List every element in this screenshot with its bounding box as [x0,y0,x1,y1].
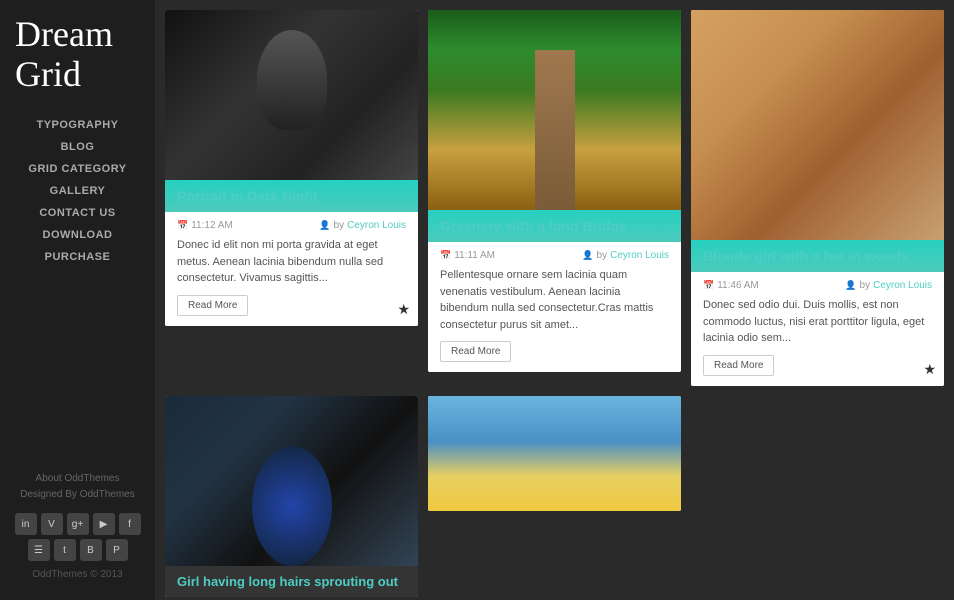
vimeo-icon[interactable]: V [41,513,63,535]
by-label: by [334,220,345,231]
card-blonde-read-more[interactable]: Read More [703,355,774,376]
card-portrait-time-value: 11:12 AM [191,220,233,231]
sidebar-footer: About OddThemes Designed By OddThemes in… [0,461,155,590]
card-bridge-text: Pellentesque ornare sem lacinia quam ven… [440,267,669,333]
card-portrait-body: 📅 11:12 AM 👤 by Ceyron Louis Donec id el… [165,212,418,326]
sidebar-item-grid-category[interactable]: GRID CATEGORY [0,158,155,180]
card-portrait-star: ★ [397,301,410,318]
blogger-icon[interactable]: B [80,539,102,561]
user-icon: 👤 [319,220,330,231]
card-portrait-header: Portrait in Dark Night [165,180,418,212]
card-blonde-star: ★ [923,361,936,378]
card-beach [428,396,681,511]
youtube-icon[interactable]: ▶ [93,513,115,535]
by-label2: by [597,250,608,261]
sidebar-item-purchase[interactable]: PURCHASE [0,246,155,268]
card-bridge-time-value: 11:11 AM [454,250,495,261]
card-bridge-header: Greenery with a long Bridge [428,210,681,242]
about-label: About OddThemes [36,473,120,484]
card-bridge-meta: 📅 11:11 AM 👤 by Ceyron Louis [440,250,669,261]
card-blonde-header: Blonde girl with a hat in woods [691,240,944,272]
card-blonde-time: 📅 11:46 AM [703,280,759,291]
card-blonde-title: Blonde girl with a hat in woods [703,248,932,264]
card-bridge-author: 👤 by Ceyron Louis [582,250,669,261]
rss-icon[interactable]: ☰ [28,539,50,561]
card-blonde-text: Donec sed odio dui. Duis mollis, est non… [703,297,932,347]
card-bridge: Greenery with a long Bridge 📅 11:11 AM 👤… [428,10,681,372]
card-blonde-body: 📅 11:46 AM 👤 by Ceyron Louis Donec sed o… [691,272,944,386]
card-blonde-meta: 📅 11:46 AM 👤 by Ceyron Louis [703,280,932,291]
card-hair: Girl having long hairs sprouting out [165,396,418,597]
card-portrait-time: 📅 11:12 AM [177,220,233,231]
facebook-icon[interactable]: f [119,513,141,535]
card-bridge-read-more[interactable]: Read More [440,341,511,362]
user-icon2: 👤 [582,250,593,261]
card-blonde-author-link[interactable]: Ceyron Louis [873,280,932,291]
card-grid: Portrait in Dark Night 📅 11:12 AM 👤 by C… [165,10,944,597]
card-blonde-time-value: 11:46 AM [717,280,759,291]
card-portrait-author-link[interactable]: Ceyron Louis [347,220,406,231]
logo-line2: Grid [15,54,81,94]
main-content: Portrait in Dark Night 📅 11:12 AM 👤 by C… [155,0,954,600]
pinterest-icon[interactable]: P [106,539,128,561]
card-portrait-image [165,10,418,180]
about-text: About OddThemes Designed By OddThemes [0,471,155,503]
card-bridge-author-link[interactable]: Ceyron Louis [610,250,669,261]
card-portrait-meta: 📅 11:12 AM 👤 by Ceyron Louis [177,220,406,231]
copyright: OddThemes © 2013 [0,569,155,580]
card-hair-title: Girl having long hairs sprouting out [177,574,406,589]
card-portrait: Portrait in Dark Night 📅 11:12 AM 👤 by C… [165,10,418,326]
card-bridge-time: 📅 11:11 AM [440,250,495,261]
social-icons-container: in V g+ ▶ f ☰ t B P [10,513,145,561]
user-icon3: 👤 [845,280,856,291]
logo-line1: Dream [15,14,113,54]
sidebar: Dream Grid TYPOGRAPHYBLOGGRID CATEGORYGA… [0,0,155,600]
card-hair-image [165,396,418,566]
sidebar-item-blog[interactable]: BLOG [0,136,155,158]
tumblr-icon[interactable]: t [54,539,76,561]
sidebar-item-gallery[interactable]: GALLERY [0,180,155,202]
by-label3: by [860,280,871,291]
card-portrait-read-more[interactable]: Read More [177,295,248,316]
sidebar-item-download[interactable]: DOWNLOAD [0,224,155,246]
card-bridge-image [428,10,681,210]
calendar-icon3: 📅 [703,280,714,291]
sidebar-nav: TYPOGRAPHYBLOGGRID CATEGORYGALLERYCONTAC… [0,114,155,268]
card-hair-header: Girl having long hairs sprouting out [165,566,418,597]
card-bridge-title: Greenery with a long Bridge [440,218,669,234]
card-blonde: Blonde girl with a hat in woods 📅 11:46 … [691,10,944,386]
card-beach-image [428,396,681,511]
site-logo[interactable]: Dream Grid [0,15,155,114]
calendar-icon2: 📅 [440,250,451,261]
card-bridge-body: 📅 11:11 AM 👤 by Ceyron Louis Pellentesqu… [428,242,681,372]
sidebar-item-typography[interactable]: TYPOGRAPHY [0,114,155,136]
card-blonde-author: 👤 by Ceyron Louis [845,280,932,291]
sidebar-item-contact-us[interactable]: CONTACT US [0,202,155,224]
card-portrait-title: Portrait in Dark Night [177,188,406,204]
calendar-icon: 📅 [177,220,188,231]
card-portrait-author: 👤 by Ceyron Louis [319,220,406,231]
linkedin-icon[interactable]: in [15,513,37,535]
google-plus-icon[interactable]: g+ [67,513,89,535]
card-portrait-text: Donec id elit non mi porta gravida at eg… [177,237,406,287]
designed-label: Designed By OddThemes [20,489,135,500]
card-blonde-image [691,10,944,240]
